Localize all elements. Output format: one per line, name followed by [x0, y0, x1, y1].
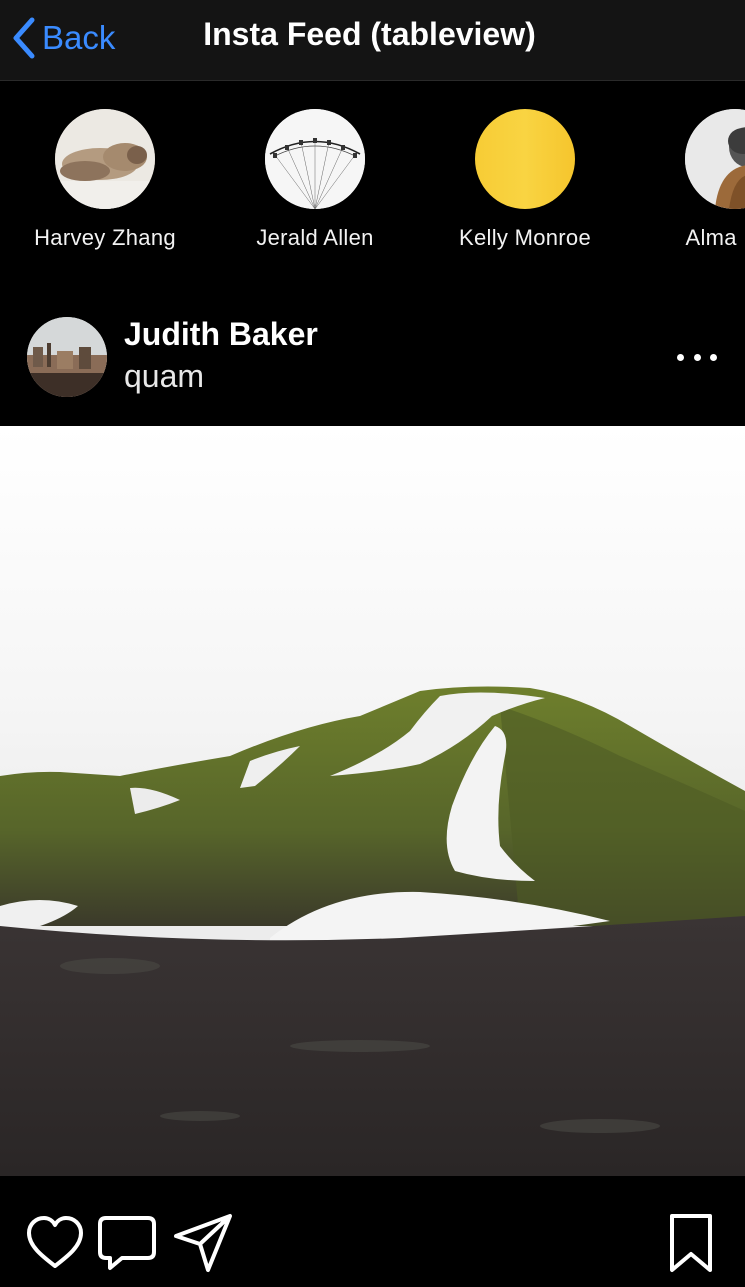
post-image[interactable] [0, 426, 745, 1176]
mossy-mountain-photo [0, 686, 745, 1176]
story-name: Jerald Allen [256, 225, 374, 250]
story-name: Harvey Zhang [34, 225, 176, 250]
comment-button[interactable] [96, 1212, 158, 1274]
story-item-harvey-zhang[interactable]: Harvey Zhang [0, 109, 210, 251]
ferris-wheel-photo [265, 109, 365, 209]
page-title-text: Insta Feed (tableview) [203, 16, 536, 52]
more-options-button[interactable] [677, 342, 717, 372]
post-location[interactable]: quam [124, 358, 204, 395]
post-action-bar [0, 1176, 745, 1287]
story-item-jerald-allen[interactable]: Jerald Allen [210, 109, 420, 251]
post-username[interactable]: Judith Baker [124, 316, 318, 353]
walrus-photo [55, 109, 155, 209]
avatar[interactable] [27, 317, 107, 397]
bookmark-button[interactable] [660, 1212, 722, 1274]
more-dot [677, 353, 684, 361]
send-icon [174, 1214, 232, 1272]
comment-icon [98, 1216, 156, 1270]
post-header: Judith Baker quam [0, 300, 745, 420]
stories-row[interactable]: Harvey Zhang Jerald Allen Kelly Monroe A… [0, 81, 745, 281]
share-button[interactable] [172, 1212, 234, 1274]
story-name: Kelly Monroe [459, 225, 591, 250]
story-avatar [685, 109, 745, 209]
navigation-bar: Back Insta Feed (tableview) [0, 0, 745, 81]
more-dot [710, 353, 717, 361]
page-title: Insta Feed (tableview) [0, 16, 745, 53]
story-item-alma-rob[interactable]: Alma Rob [630, 109, 745, 251]
story-avatar [265, 109, 365, 209]
person-photo [685, 109, 745, 209]
bookmark-icon [670, 1214, 712, 1272]
yellow-photo [475, 109, 575, 209]
more-dot [693, 353, 701, 361]
like-button[interactable] [24, 1212, 86, 1274]
city-photo [27, 317, 107, 397]
story-item-kelly-monroe[interactable]: Kelly Monroe [420, 109, 630, 251]
heart-icon [27, 1216, 83, 1268]
story-name: Alma Rob [685, 225, 745, 250]
story-avatar [55, 109, 155, 209]
